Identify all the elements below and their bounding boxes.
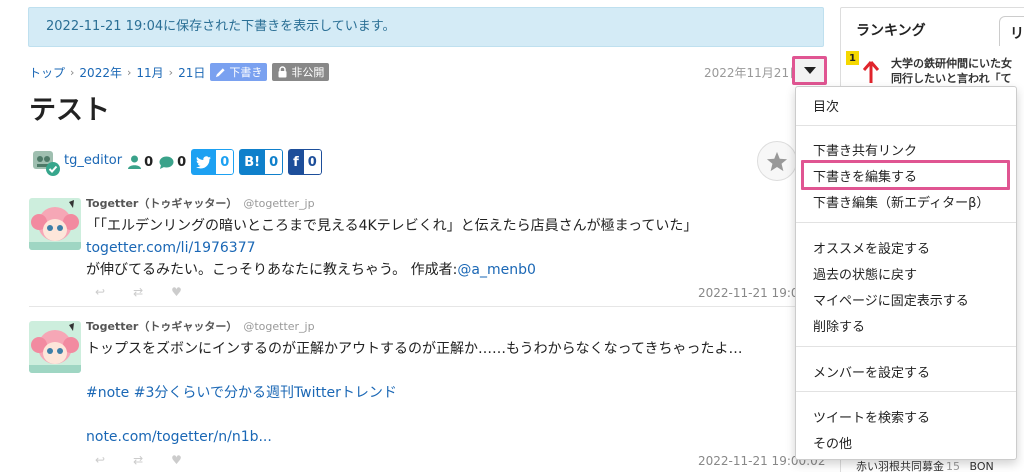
tweet-card: Togetter（トゥギャッター） @togetter_jp 「「エルデンリングの…	[29, 193, 826, 307]
menu-divider	[796, 222, 1016, 223]
lock-icon	[278, 66, 287, 78]
tweet-author-handle[interactable]: @togetter_jp	[243, 320, 314, 333]
retweet-icon[interactable]: ⇄	[133, 285, 143, 299]
rank-item-line: 大学の鉄研仲間にいた女	[891, 57, 1012, 70]
tweet-author-name[interactable]: Togetter（トゥギャッター）	[86, 320, 237, 333]
tweet-link[interactable]: togetter.com/li/1976377	[86, 240, 256, 256]
tweet-avatar[interactable]	[29, 321, 81, 373]
breadcrumb-top[interactable]: トップ	[29, 64, 65, 81]
twitter-share-count: 0	[216, 149, 235, 175]
page-title: テスト	[29, 95, 110, 126]
comment-count: 0	[177, 154, 187, 170]
facebook-share-button[interactable]: f 0	[288, 149, 322, 175]
comment-bubble-icon	[159, 156, 174, 169]
menu-divider	[796, 391, 1016, 392]
ranking-title: ランキング	[856, 23, 926, 39]
sidebar-tab[interactable]: リ	[999, 16, 1024, 46]
author-row: tg_editor 0 0 0 B! 0 f 0	[31, 147, 322, 177]
hatena-bookmark-icon: B!	[239, 149, 266, 175]
article-actions-menu: 目次 下書き共有リンク 下書きを編集する 下書き編集（新エディターβ） オススメ…	[795, 86, 1017, 460]
menu-item-set-recommend[interactable]: オススメを設定する	[813, 238, 930, 257]
retweet-icon[interactable]: ⇄	[133, 453, 143, 467]
pencil-icon	[216, 67, 225, 77]
facebook-icon: f	[288, 149, 304, 175]
twitter-share-button[interactable]: 0	[191, 149, 235, 175]
rank-number-badge: 1	[846, 51, 859, 65]
star-icon	[766, 151, 788, 171]
tweet-actions: ↩ ⇄ ♥	[95, 285, 182, 299]
tweet-text: 「「エルデンリングの暗いところまで見える4Kテレビくれ」と伝えたら店員さんが極ま…	[86, 218, 698, 234]
follower-count: 0	[144, 154, 154, 170]
breadcrumb: トップ › 2022年 › 11月 › 21日 下書き 非公開	[29, 62, 330, 82]
rank-item-line: 同行したいと言われ「て	[891, 72, 1012, 85]
tweet-card: Togetter（トゥギャッター） @togetter_jp トップスをズボンにイ…	[29, 316, 826, 472]
menu-item-edit-draft[interactable]: 下書きを編集する	[813, 166, 917, 185]
tweet-body: トップスをズボンにインするのが正解かアウトするのが正解か……もうわからなくなって…	[86, 338, 806, 448]
breadcrumb-month[interactable]: 11月	[136, 64, 163, 81]
like-heart-icon[interactable]: ♥	[171, 453, 182, 467]
author-avatar[interactable]	[31, 147, 61, 177]
menu-item-pin-mypage[interactable]: マイページに固定表示する	[813, 290, 969, 309]
user-icon	[128, 155, 142, 169]
menu-dropdown-toggle[interactable]	[792, 56, 827, 85]
comment-stat[interactable]: 0	[159, 155, 186, 170]
hatena-bookmark-count: 0	[265, 149, 284, 175]
facebook-share-count: 0	[303, 149, 322, 175]
rank-item-title[interactable]: 大学の鉄研仲間にいた女 同行したいと言われ「て	[891, 56, 1024, 86]
breadcrumb-separator-icon: ›	[168, 65, 174, 79]
menu-divider	[796, 346, 1016, 347]
article-date: 2022年11月21日	[704, 66, 802, 80]
draft-badge: 下書き	[210, 63, 268, 81]
menu-item-edit-draft-new-editor[interactable]: 下書き編集（新エディターβ）	[813, 192, 989, 211]
follower-stat[interactable]: 0	[128, 155, 153, 170]
hatena-bookmark-button[interactable]: B! 0	[239, 149, 284, 175]
draft-badge-label: 下書き	[229, 66, 263, 79]
character-avatar-icon	[29, 321, 81, 373]
reply-icon[interactable]: ↩	[95, 453, 105, 467]
rank-up-arrow-icon	[863, 61, 879, 83]
menu-item-share-draft-link[interactable]: 下書き共有リンク	[813, 140, 917, 159]
menu-item-search-tweets[interactable]: ツイートを検索する	[813, 407, 930, 426]
tweet-text: が伸びてるみたい。こっそりあなたに教えちゃう。 作成者:	[86, 262, 458, 278]
caret-down-icon	[803, 66, 816, 74]
tweet-hashtags-link[interactable]: #note #3分くらいで分かる週刊Twitterトレンド	[86, 385, 397, 401]
private-badge: 非公開	[272, 63, 330, 81]
tweet-actions: ↩ ⇄ ♥	[95, 453, 182, 467]
draft-notice: 2022-11-21 19:04に保存された下書きを表示しています。	[28, 7, 824, 47]
tweet-author-name[interactable]: Togetter（トゥギャッター）	[86, 197, 237, 210]
menu-item-set-members[interactable]: メンバーを設定する	[813, 362, 930, 381]
avatar-image-icon	[33, 151, 60, 176]
like-heart-icon[interactable]: ♥	[171, 285, 182, 299]
ranking-footer-item[interactable]: 赤い羽根共同募金 15 BON	[856, 458, 994, 472]
tweet-link[interactable]: note.com/togetter/n/n1b...	[86, 429, 272, 445]
reply-icon[interactable]: ↩	[95, 285, 105, 299]
tweet-text: トップスをズボンにインするのが正解かアウトするのが正解か……もうわからなくなって…	[86, 341, 743, 357]
tweet-mention-link[interactable]: @a_menb0	[457, 262, 536, 278]
tweet-header: Togetter（トゥギャッター） @togetter_jp	[86, 318, 315, 334]
breadcrumb-separator-icon: ›	[70, 65, 75, 79]
private-badge-label: 非公開	[291, 66, 325, 79]
ranking-footer-count: 15	[946, 460, 960, 472]
twitter-bird-icon	[191, 149, 217, 175]
ranking-footer-text: 赤い羽根共同募金	[856, 460, 944, 472]
breadcrumb-year[interactable]: 2022年	[79, 64, 122, 81]
breadcrumb-separator-icon: ›	[126, 65, 132, 79]
character-avatar-icon	[29, 198, 81, 250]
menu-item-toc[interactable]: 目次	[813, 96, 839, 115]
tweet-header: Togetter（トゥギャッター） @togetter_jp	[86, 195, 315, 211]
menu-item-delete[interactable]: 削除する	[813, 316, 865, 335]
tweet-author-handle[interactable]: @togetter_jp	[243, 197, 314, 210]
menu-item-restore-past[interactable]: 過去の状態に戻す	[813, 264, 917, 283]
tweet-avatar[interactable]	[29, 198, 81, 250]
favorite-button[interactable]	[757, 141, 797, 181]
author-name-link[interactable]: tg_editor	[64, 153, 122, 168]
breadcrumb-day[interactable]: 21日	[178, 64, 205, 81]
menu-divider	[796, 125, 1016, 126]
ranking-footer-extra: BON	[969, 460, 994, 472]
menu-item-other[interactable]: その他	[813, 433, 852, 452]
tweet-body: 「「エルデンリングの暗いところまで見える4Kテレビくれ」と伝えたら店員さんが極ま…	[86, 215, 806, 281]
